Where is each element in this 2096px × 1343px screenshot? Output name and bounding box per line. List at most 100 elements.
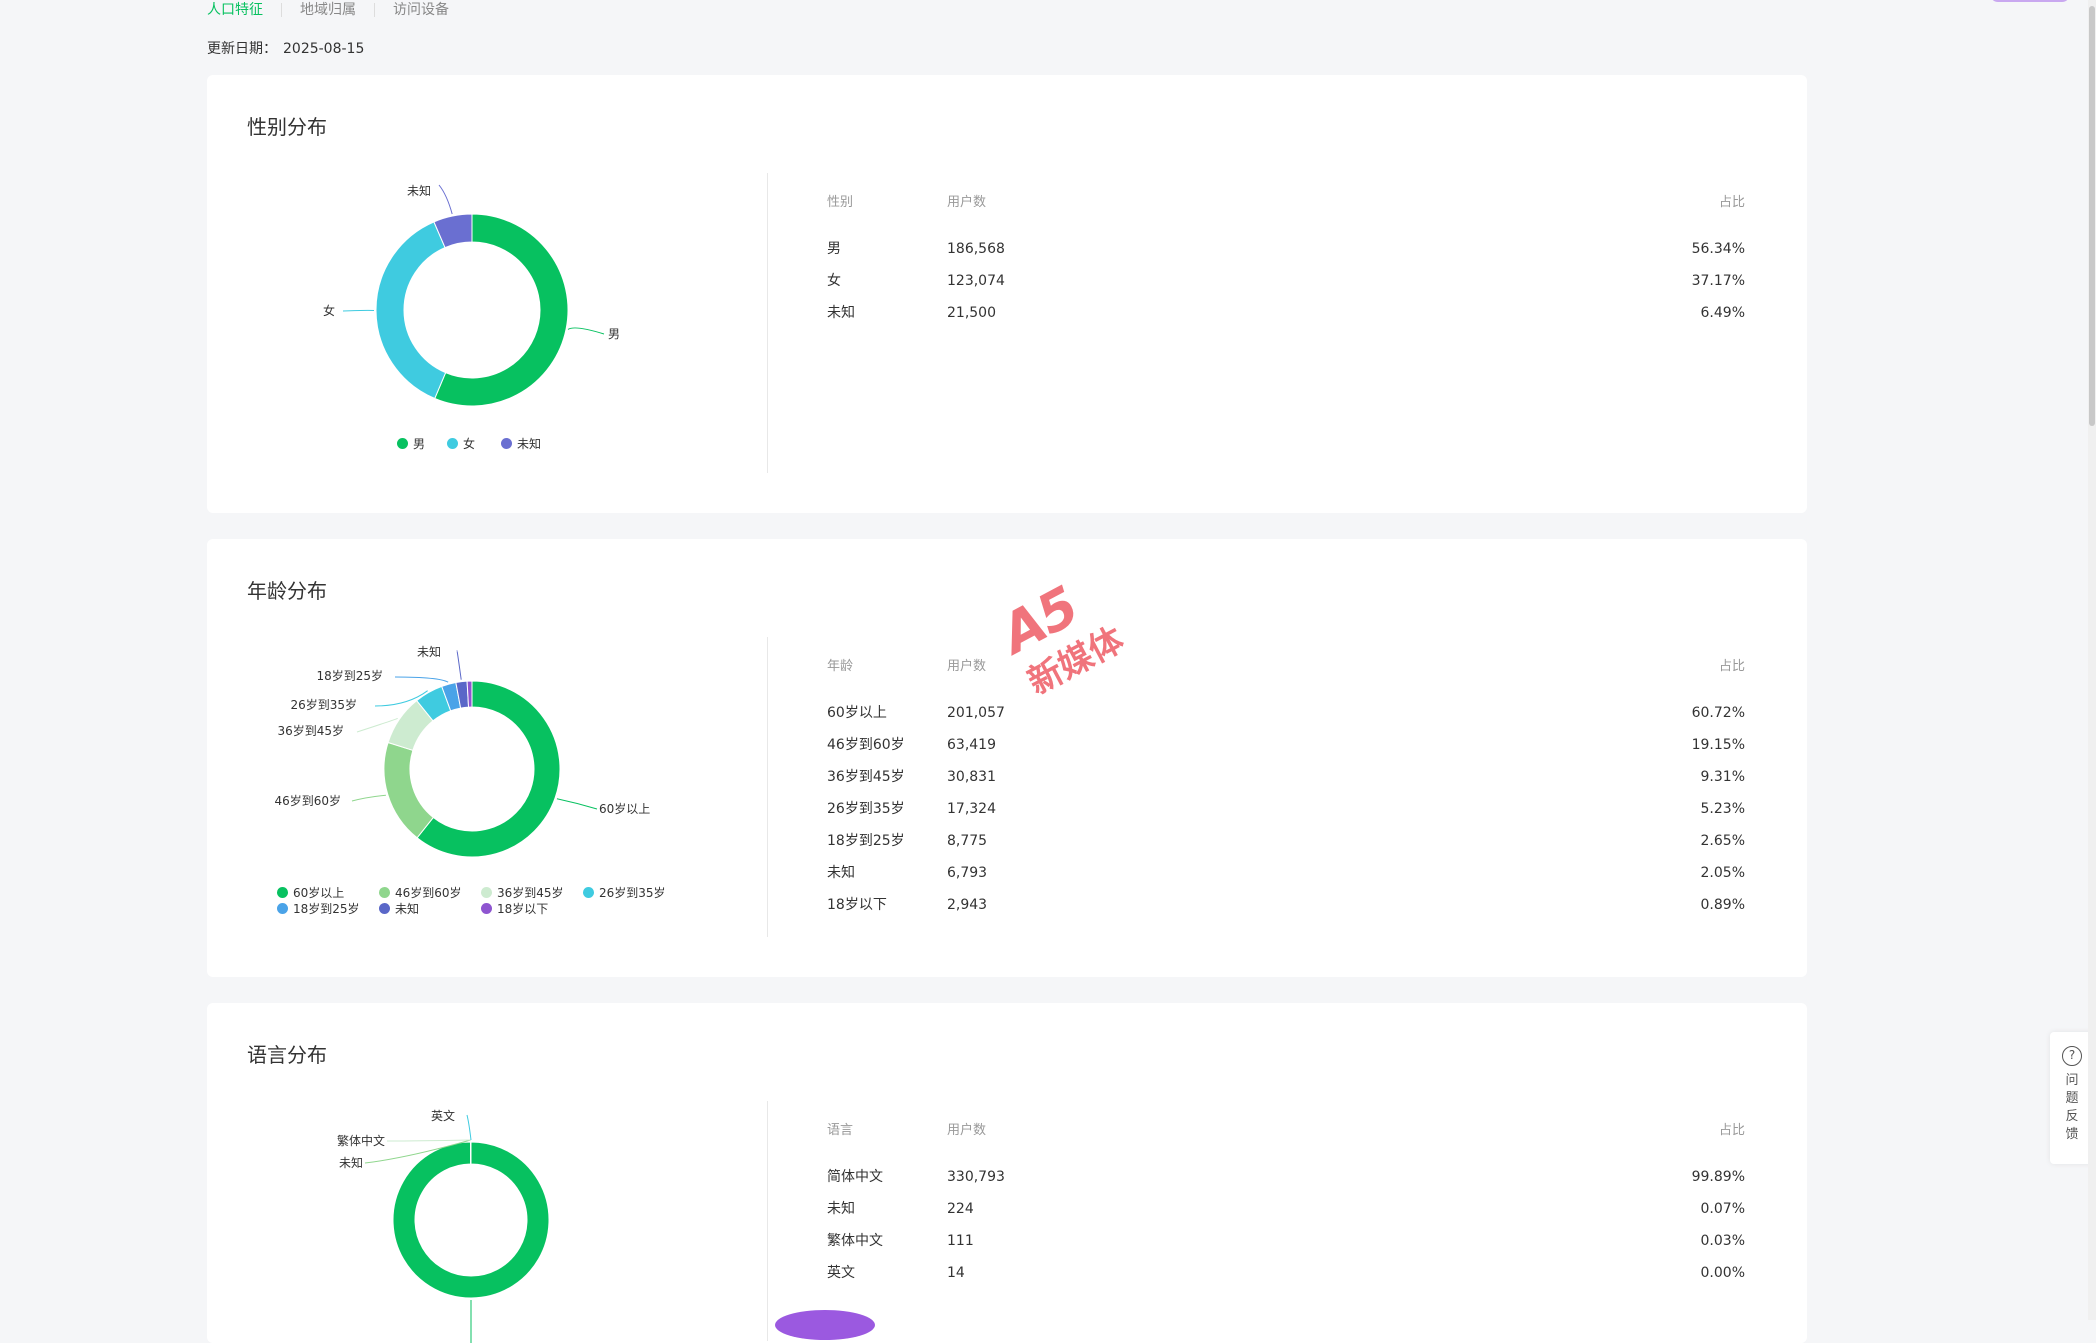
- cell: 111: [947, 1225, 974, 1257]
- cell: 0.89%: [1701, 889, 1745, 921]
- cell: 英文: [827, 1257, 855, 1289]
- cell: 17,324: [947, 793, 996, 825]
- legend-label: 男: [413, 435, 425, 452]
- legend-item[interactable]: 46岁到60岁: [379, 884, 462, 901]
- legend-item[interactable]: 男: [397, 435, 425, 452]
- table-row: 46岁到60岁63,41919.15%: [827, 729, 1745, 761]
- col-header: 用户数: [947, 651, 986, 683]
- legend-item[interactable]: 18岁以下: [481, 900, 548, 917]
- callout-label: 繁体中文: [337, 1133, 385, 1148]
- legend-dot: [397, 438, 408, 449]
- legend-dot: [501, 438, 512, 449]
- legend-dot: [277, 887, 288, 898]
- table-row: 26岁到35岁 17,324 5.23%: [827, 793, 1745, 825]
- cell: 5.23%: [1701, 793, 1745, 825]
- cell: 36岁到45岁: [827, 761, 905, 793]
- table-row: 英文140.00%: [827, 1257, 1745, 1289]
- col-header: 占比: [1719, 1115, 1745, 1147]
- legend-item[interactable]: 36岁到45岁: [481, 884, 564, 901]
- legend-item[interactable]: 未知: [379, 900, 419, 917]
- language-donut-chart: 未知 繁体中文 英文: [207, 1003, 767, 1343]
- cell: 21,500: [947, 297, 996, 329]
- cell: 63,419: [947, 729, 996, 761]
- table-row: 未知 21,500 6.49%: [827, 297, 1745, 329]
- cell: 2.05%: [1701, 857, 1745, 889]
- cell: 男: [827, 233, 841, 265]
- col-header: 占比: [1719, 187, 1745, 219]
- table-row: 简体中文330,79399.89%: [827, 1161, 1745, 1193]
- cell: 60.72%: [1692, 697, 1745, 729]
- card-divider: [767, 637, 768, 937]
- legend-item[interactable]: 60岁以上: [277, 884, 344, 901]
- col-header: 年龄: [827, 651, 853, 683]
- donut-slice[interactable]: [467, 681, 472, 707]
- cell: 未知: [827, 297, 855, 329]
- legend-label: 女: [463, 435, 475, 452]
- cell: 8,775: [947, 825, 987, 857]
- age-legend: 60岁以上 46岁到60岁 36岁到45岁 26岁到35岁 18岁到25岁 未知…: [277, 884, 697, 924]
- cell: 2.65%: [1701, 825, 1745, 857]
- cell: 9.31%: [1701, 761, 1745, 793]
- update-date: 更新日期：2025-08-15: [207, 38, 364, 58]
- callout-line: [357, 718, 398, 732]
- cell: 56.34%: [1692, 233, 1745, 265]
- legend-label: 46岁到60岁: [395, 884, 462, 901]
- col-header: 用户数: [947, 1115, 986, 1147]
- legend-item[interactable]: 未知: [501, 435, 541, 452]
- legend-label: 26岁到35岁: [599, 884, 666, 901]
- decorative-blob: [775, 1310, 875, 1340]
- callout-label: 36岁到45岁: [277, 723, 344, 738]
- cell: 224: [947, 1193, 974, 1225]
- donut-slice[interactable]: [376, 222, 446, 399]
- card-divider: [767, 1101, 768, 1341]
- callout-line: [568, 328, 604, 334]
- cell: 6,793: [947, 857, 987, 889]
- legend-dot: [447, 438, 458, 449]
- language-card: 语言分布 未知繁体中文英文 语言 用户数 占比 简体中文330,79399.89…: [207, 1003, 1807, 1343]
- callout-label: 男: [608, 327, 620, 341]
- col-header: 性别: [827, 187, 853, 219]
- legend-label: 18岁以下: [497, 900, 548, 917]
- callout-label: 未知: [417, 645, 441, 659]
- cell: 0.03%: [1701, 1225, 1745, 1257]
- table-row: 繁体中文1110.03%: [827, 1225, 1745, 1257]
- cell: 6.49%: [1701, 297, 1745, 329]
- legend-item[interactable]: 26岁到35岁: [583, 884, 666, 901]
- gender-table: 性别 用户数 占比 男186,56856.34% 女123,07437.17% …: [827, 187, 1745, 329]
- tab-demographics[interactable]: 人口特征: [207, 3, 281, 17]
- cell: 0.07%: [1701, 1193, 1745, 1225]
- cell: 未知: [827, 857, 855, 889]
- callout-label: 未知: [339, 1156, 363, 1170]
- callout-label: 女: [323, 303, 335, 318]
- legend-dot: [583, 887, 594, 898]
- cell: 女: [827, 265, 841, 297]
- legend-label: 18岁到25岁: [293, 900, 360, 917]
- table-row: 36岁到45岁30,8319.31%: [827, 761, 1745, 793]
- legend-dot: [481, 903, 492, 914]
- tab-region[interactable]: 地域归属: [281, 3, 374, 17]
- cell: 26岁到35岁: [827, 793, 905, 825]
- table-row: 男186,56856.34%: [827, 233, 1745, 265]
- table-row: 女 123,074 37.17%: [827, 265, 1745, 297]
- table-header: 性别 用户数 占比: [827, 187, 1745, 219]
- callout-label: 英文: [431, 1108, 455, 1123]
- cell: 330,793: [947, 1161, 1005, 1193]
- cell: 未知: [827, 1193, 855, 1225]
- scrollbar-thumb[interactable]: [2089, 6, 2095, 426]
- col-header: 占比: [1719, 651, 1745, 683]
- cell: 123,074: [947, 265, 1005, 297]
- legend-item[interactable]: 18岁到25岁: [277, 900, 360, 917]
- tab-bar: 人口特征 地域归属 访问设备: [207, 0, 467, 20]
- legend-label: 60岁以上: [293, 884, 344, 901]
- donut-slice[interactable]: [393, 1142, 549, 1298]
- tab-device[interactable]: 访问设备: [374, 3, 467, 17]
- cell: 60岁以上: [827, 697, 887, 729]
- callout-label: 18岁到25岁: [316, 668, 383, 683]
- donut-slice[interactable]: [384, 742, 433, 837]
- question-icon: ?: [2062, 1046, 2082, 1066]
- cell: 2,943: [947, 889, 987, 921]
- callout-line: [387, 1140, 471, 1141]
- cell: 37.17%: [1692, 265, 1745, 297]
- legend-item[interactable]: 女: [447, 435, 475, 452]
- legend-dot: [379, 887, 390, 898]
